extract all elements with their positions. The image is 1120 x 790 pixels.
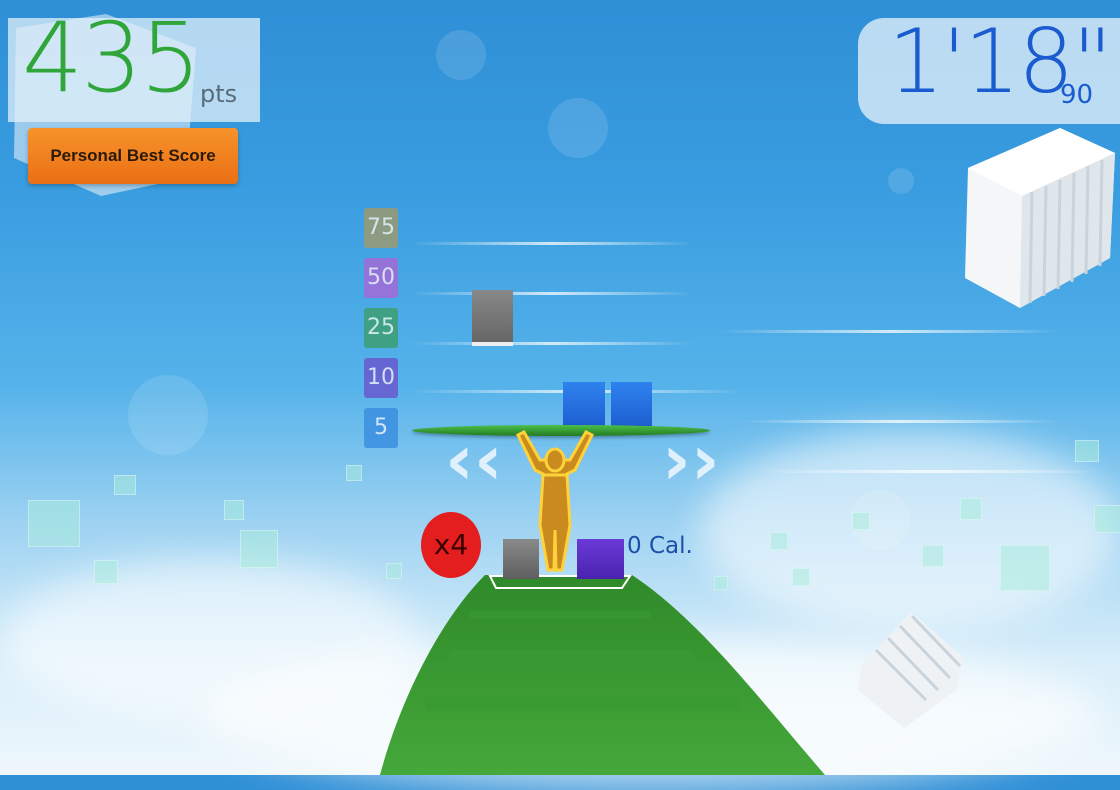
chevron-left-icon: ‹‹ <box>445 419 503 501</box>
rail-value-label: 50 <box>364 258 398 298</box>
rail-value-label: 75 <box>364 208 398 248</box>
rail-value-label: 25 <box>364 308 398 348</box>
gray-block <box>472 290 513 346</box>
blue-block <box>563 382 605 426</box>
chevron-right-icon: ›› <box>662 419 720 501</box>
calorie-counter: 0 Cal. <box>627 533 693 559</box>
score-unit: pts <box>200 80 238 108</box>
rail-value-label: 5 <box>364 408 398 448</box>
blue-block <box>611 382 652 426</box>
score-value: 435 <box>22 2 201 114</box>
multiplier-badge: x4 <box>421 512 481 578</box>
player-avatar <box>516 430 594 572</box>
rail-value-label: 10 <box>364 358 398 398</box>
timer-hundredths: 90 <box>1060 80 1094 110</box>
personal-best-badge: Personal Best Score <box>28 128 238 184</box>
